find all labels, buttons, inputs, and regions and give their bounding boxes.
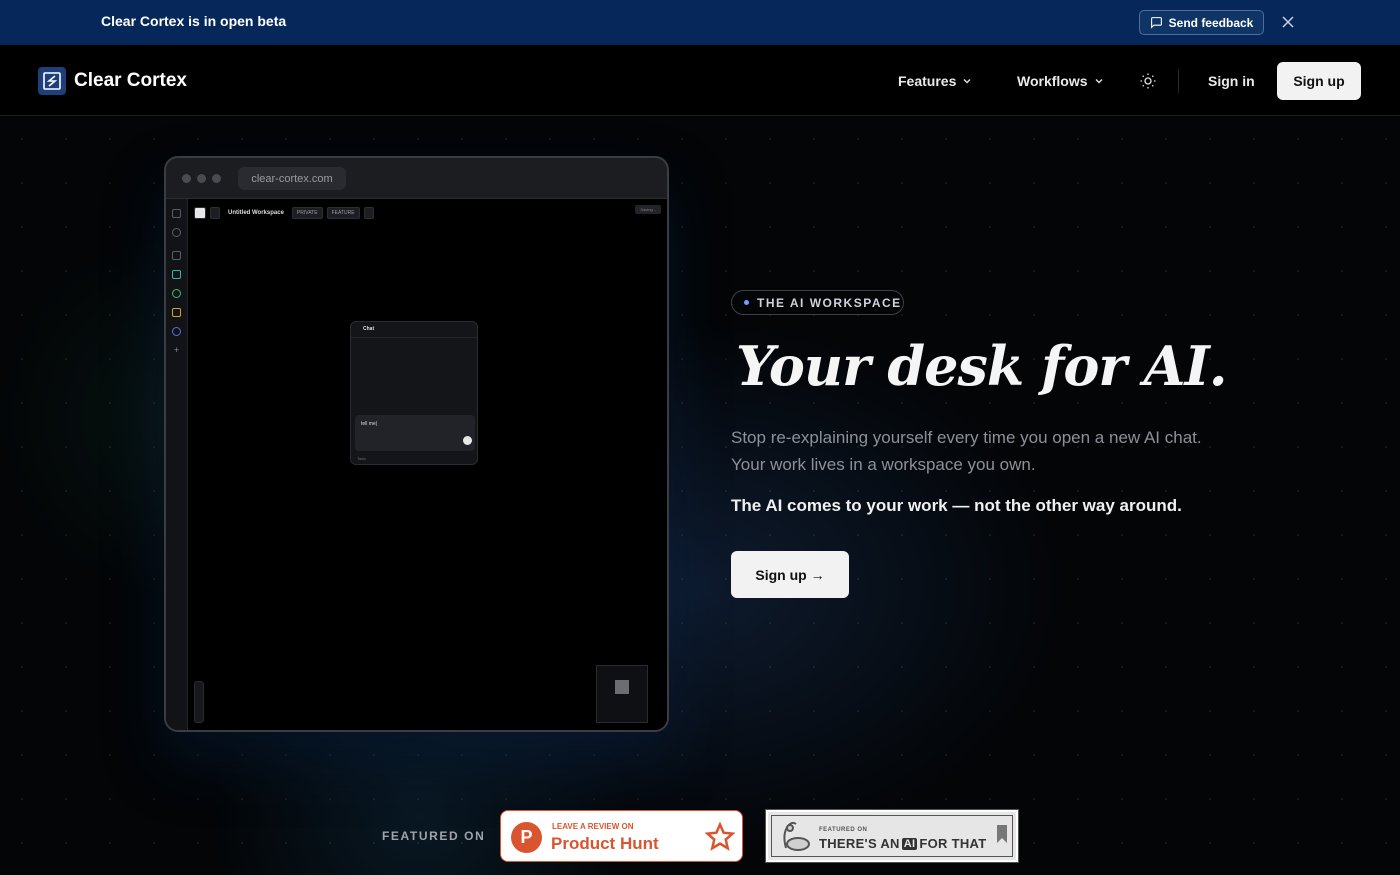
mock-share-icon — [363, 207, 374, 219]
send-feedback-button[interactable]: Send feedback — [1139, 10, 1264, 35]
sign-up-button[interactable]: Sign up — [1277, 62, 1361, 100]
nav-divider — [1178, 69, 1179, 93]
hero-tagline: The AI comes to your work — not the othe… — [731, 496, 1182, 515]
send-feedback-label: Send feedback — [1168, 15, 1254, 30]
announcement-banner: Clear Cortex is in open beta Send feedba… — [0, 0, 1400, 45]
mock-url-bar: clear-cortex.com — [238, 167, 346, 190]
grid-icon — [172, 209, 181, 218]
chevron-down-icon — [963, 78, 971, 84]
mock-browser-bar: clear-cortex.com — [166, 158, 667, 199]
mock-app-canvas: + Untitled Workspace PRIVATE FEATURE Sav… — [166, 199, 667, 730]
mock-chat-input-text: tell me| — [361, 421, 378, 427]
mock-window-dot — [182, 174, 191, 183]
mock-chat-title: Chat — [363, 326, 375, 332]
product-screenshot-mock: clear-cortex.com + Untitled Workspace PR… — [164, 156, 669, 732]
product-hunt-name: Product Hunt — [551, 834, 659, 853]
hero-sign-up-button[interactable]: Sign up → — [731, 551, 849, 598]
mock-chat-footer: Todo — [357, 456, 366, 461]
bookmark-icon — [997, 825, 1007, 843]
robot-mascot-icon — [783, 821, 810, 851]
mock-chat-node: Chat tell me| Todo — [350, 321, 478, 465]
sign-in-link[interactable]: Sign in — [1208, 73, 1255, 89]
featured-on-label: FEATURED ON — [382, 829, 486, 843]
taaft-small-text: FEATURED ON — [819, 827, 868, 833]
taaft-name-ai: AI — [901, 837, 918, 850]
hero-subtitle: Stop re-explaining yourself every time y… — [731, 428, 1202, 474]
nav-workflows-label: Workflows — [1017, 73, 1088, 89]
image-icon — [172, 270, 181, 279]
message-square-icon — [1150, 17, 1162, 29]
product-hunt-small-text: LEAVE A REVIEW ON — [552, 822, 634, 831]
layers-icon — [172, 228, 181, 237]
chat-icon — [172, 251, 181, 260]
plus-icon: + — [173, 345, 180, 355]
star-icon — [705, 822, 735, 851]
mock-window-dot — [212, 174, 221, 183]
eyebrow-text: THE AI WORKSPACE — [757, 295, 902, 310]
mock-chat-input: tell me| — [355, 415, 475, 451]
mock-minimap — [596, 665, 648, 723]
nav-workflows-dropdown[interactable]: Workflows — [1017, 73, 1104, 89]
database-icon — [172, 327, 181, 336]
close-icon — [1282, 16, 1294, 28]
mock-toolbar: Untitled Workspace PRIVATE FEATURE — [194, 206, 374, 220]
sun-icon — [1140, 73, 1156, 89]
mock-chat-header: Chat — [351, 322, 477, 338]
banner-close-button[interactable] — [1279, 13, 1297, 31]
mic-icon — [172, 289, 181, 298]
mock-minimap-node — [615, 680, 629, 694]
brand-name[interactable]: Clear Cortex — [74, 70, 187, 92]
box-icon — [172, 308, 181, 317]
eyebrow-pill: THE AI WORKSPACE — [731, 290, 904, 315]
hero-title: Your desk for AI. — [736, 334, 1228, 398]
nav-features-dropdown[interactable]: Features — [898, 73, 972, 89]
mock-saving-indicator: Saving... — [635, 205, 661, 214]
taaft-name-pre: THERE'S AN — [819, 836, 900, 851]
mock-zoom-controls — [194, 681, 204, 723]
theres-an-ai-for-that-badge[interactable]: FEATURED ON THERE'S AN AI FOR THAT — [765, 809, 1019, 863]
taaft-name-post: FOR THAT — [919, 836, 987, 851]
theme-toggle-button[interactable] — [1139, 72, 1157, 90]
taaft-name: THERE'S AN AI FOR THAT — [819, 836, 987, 851]
nav-features-label: Features — [898, 73, 957, 89]
mock-logo-icon — [194, 207, 206, 219]
product-hunt-logo-icon: P — [511, 822, 542, 853]
mock-sidebar-rail: + — [166, 199, 188, 730]
mock-panel-icon — [210, 207, 220, 219]
mock-feature-badge: FEATURE — [326, 207, 360, 219]
chevron-down-icon — [1095, 78, 1103, 84]
logo-icon[interactable] — [38, 67, 66, 95]
banner-text: Clear Cortex is in open beta — [101, 13, 287, 29]
eyebrow-dot — [744, 300, 749, 305]
mock-workspace-title: Untitled Workspace — [228, 210, 284, 216]
mock-window-dot — [197, 174, 206, 183]
product-hunt-badge[interactable]: P LEAVE A REVIEW ON Product Hunt — [500, 810, 743, 862]
top-nav: Clear Cortex Features Workflows Sign in … — [0, 45, 1400, 116]
mock-send-icon — [463, 436, 472, 445]
mock-private-badge: PRIVATE — [291, 207, 323, 219]
